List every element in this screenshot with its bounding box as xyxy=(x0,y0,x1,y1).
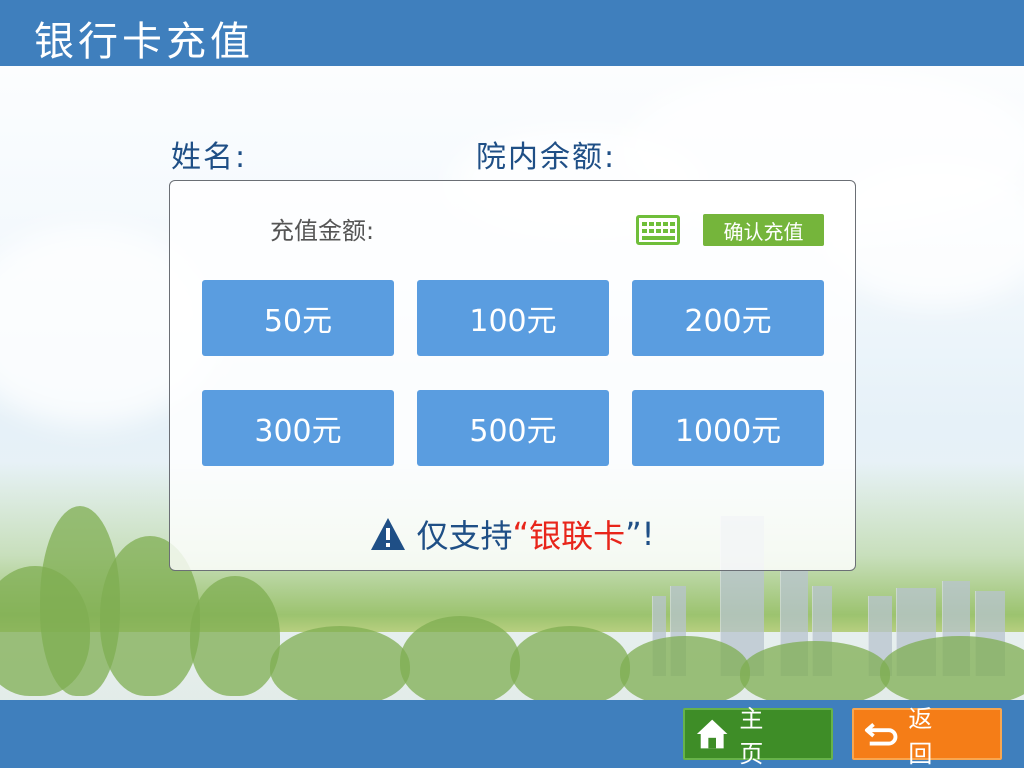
amount-label: 充值金额: xyxy=(270,217,375,245)
page-title: 银行卡充值 xyxy=(34,19,254,65)
card-support-notice: 仅支持 “ 银联卡 ”! xyxy=(170,511,855,557)
amount-button-500[interactable]: 500元 xyxy=(417,390,609,466)
amount-button-300[interactable]: 300元 xyxy=(202,390,394,466)
notice-close-quote: ”! xyxy=(625,515,655,553)
return-icon xyxy=(864,723,898,746)
warning-icon xyxy=(371,518,406,550)
notice-prefix: 仅支持 xyxy=(416,517,513,555)
amount-button-100[interactable]: 100元 xyxy=(417,280,609,356)
notice-highlight: 银联卡 xyxy=(529,517,626,555)
back-button[interactable]: 返回 xyxy=(852,705,1002,768)
amount-button-200[interactable]: 200元 xyxy=(632,280,824,356)
amount-button-1000[interactable]: 1000元 xyxy=(632,390,824,466)
confirm-recharge-button[interactable]: 确认充值 xyxy=(703,214,824,246)
home-button[interactable]: 主页 xyxy=(683,705,833,768)
footer-bar: 主页 返回 xyxy=(0,700,1024,768)
name-label: 姓名: xyxy=(171,140,248,175)
recharge-panel: 充值金额: 确认充值 50元 100元 200元 300元 500元 1000元… xyxy=(169,180,856,571)
notice-open-quote: “ xyxy=(512,515,530,553)
keyboard-icon[interactable] xyxy=(636,215,680,245)
back-label: 返回 xyxy=(908,705,957,768)
title-bar: 银行卡充值 xyxy=(0,0,1024,66)
amount-button-50[interactable]: 50元 xyxy=(202,280,394,356)
home-icon xyxy=(696,719,728,749)
home-label: 主页 xyxy=(739,705,788,768)
balance-label: 院内余额: xyxy=(476,140,617,175)
